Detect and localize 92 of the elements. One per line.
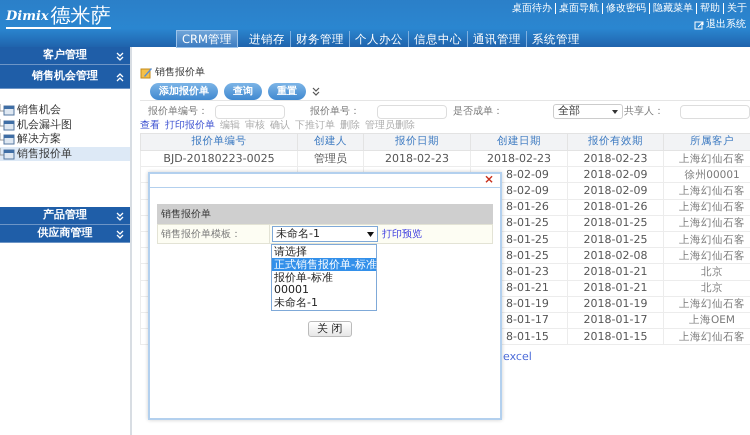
table-cell: 2018-01-25 [568, 231, 664, 248]
table-cell: 2018-02-09 [568, 166, 664, 183]
table-cell: 上海OEM [664, 312, 750, 329]
nav-tab[interactable]: 个人办公 [348, 31, 408, 47]
close-button[interactable]: 关 闭 [308, 321, 352, 337]
filter-input[interactable] [377, 104, 448, 118]
filter-label: 报价单编号： [148, 104, 209, 119]
toolbar-button[interactable]: 查询 [224, 83, 262, 100]
dropdown-option[interactable]: 请选择 [272, 245, 376, 258]
notepad-icon [140, 66, 152, 78]
nav-tab[interactable]: CRM管理 [176, 30, 238, 48]
top-link[interactable]: 桌面待办 [509, 3, 555, 14]
table-cell: 2018-02-23 [568, 150, 664, 167]
document-icon [0, 104, 15, 116]
tree-item[interactable]: 销售机会 [0, 103, 130, 118]
table-cell: 2018-01-26 [568, 199, 664, 216]
filter-input[interactable] [680, 104, 750, 118]
sidebar-section[interactable]: 供应商管理 [0, 225, 130, 243]
action-link[interactable]: 打印报价单 [165, 120, 215, 132]
top-link[interactable]: 修改密码 [602, 3, 649, 14]
top-link[interactable]: 关于 [723, 3, 750, 14]
column-header: 报价单编号 [140, 134, 298, 150]
dropdown-option[interactable]: 未命名-1 [272, 296, 376, 309]
column-header: 创建日期 [470, 134, 568, 150]
action-link[interactable]: 查看 [140, 120, 160, 132]
tree-item[interactable]: 机会漏斗图 [0, 118, 130, 132]
table-cell: 上海幻仙石客 [664, 328, 750, 345]
logo-name: 德米萨 [50, 4, 111, 26]
table-cell: 2018-02-09 [568, 182, 664, 200]
logo-text: Dimix [6, 8, 49, 26]
table-cell: 2018-01-25 [568, 215, 664, 232]
table-cell: 管理员 [298, 150, 364, 167]
nav-tab[interactable]: 进销存 [244, 31, 290, 47]
table-cell: 2018-01-19 [568, 296, 664, 312]
tree-item[interactable]: 销售报价单 [0, 146, 130, 161]
column-header: 创建人 [298, 134, 364, 150]
logout-link[interactable]: 退出系统 [706, 17, 746, 32]
table-cell: 徐州00001 [664, 166, 750, 183]
export-link[interactable]: excel [503, 349, 532, 366]
table-cell: 2018-01-15 [568, 328, 664, 345]
document-icon [0, 118, 15, 131]
table-cell: 2018-01-17 [568, 312, 664, 329]
toolbar-button[interactable]: 添加报价单 [150, 83, 218, 100]
table-cell: 2018-02-23 [470, 150, 568, 167]
column-header: 报价有效期 [568, 134, 664, 150]
caret-icon [367, 232, 374, 236]
column-header: 报价日期 [364, 134, 470, 150]
table-cell: 上海幻仙石客 [664, 248, 750, 264]
exit-icon [694, 20, 704, 30]
page-title: 销售报价单 [155, 66, 205, 80]
sidebar-section[interactable]: 产品管理 [0, 207, 130, 225]
dropdown-option[interactable]: 00001 [272, 283, 376, 296]
filter-label: 共享人： [624, 104, 665, 119]
sidebar-section[interactable]: 客户管理 [0, 47, 130, 65]
caret-icon [612, 110, 618, 114]
top-link[interactable]: 帮助 [696, 3, 723, 14]
table-cell: 上海幻仙石客 [664, 199, 750, 216]
table-cell: 上海幻仙石客 [664, 231, 750, 248]
table-cell: 上海幻仙石客 [664, 182, 750, 200]
tree-item[interactable]: 解决方案 [0, 132, 130, 146]
table-cell: 上海幻仙石客 [664, 215, 750, 232]
table-cell: BJD-20180223-0025 [140, 150, 298, 167]
document-icon [0, 133, 15, 146]
table-cell: 2018-02-08 [568, 248, 664, 264]
nav-tab[interactable]: 信息中心 [408, 31, 467, 47]
sidebar-section[interactable]: 销售机会管理 [0, 65, 130, 89]
table-cell: 北京 [664, 280, 750, 296]
table-cell: 2018-01-21 [568, 264, 664, 280]
table-cell: 上海幻仙石客 [664, 150, 750, 167]
template-select[interactable]: 未命名-1 [272, 226, 378, 242]
table-cell: 2018-01-21 [568, 280, 664, 296]
dropdown-option[interactable]: 正式销售报价单-标准 [272, 258, 376, 271]
table-cell: 北京 [664, 264, 750, 280]
preview-link[interactable]: 打印预览 [382, 226, 422, 242]
nav-tab[interactable]: 通讯管理 [466, 31, 526, 47]
table-cell: 上海幻仙石客 [664, 296, 750, 312]
filter-input[interactable] [215, 104, 285, 118]
expand-icon [312, 87, 320, 96]
top-link[interactable]: 桌面导航 [555, 3, 602, 14]
column-header: 所属客户 [664, 134, 750, 150]
filter-label: 报价单号： [310, 104, 362, 119]
nav-tab[interactable]: 财务管理 [290, 31, 349, 47]
field-label: 销售报价单模板： [158, 225, 270, 243]
dropdown-option[interactable]: 报价单-标准 [272, 270, 376, 284]
filter-label: 是否成单： [452, 104, 504, 119]
filter-select[interactable]: 全部 [552, 104, 623, 119]
table-cell: 2018-02-23 [364, 150, 470, 167]
top-link[interactable]: 隐藏菜单 [649, 3, 696, 14]
toolbar-button[interactable]: 重置 [268, 83, 306, 100]
section-header: 销售报价单 [157, 204, 493, 224]
nav-tab[interactable]: 系统管理 [526, 31, 585, 47]
document-icon [0, 148, 15, 160]
